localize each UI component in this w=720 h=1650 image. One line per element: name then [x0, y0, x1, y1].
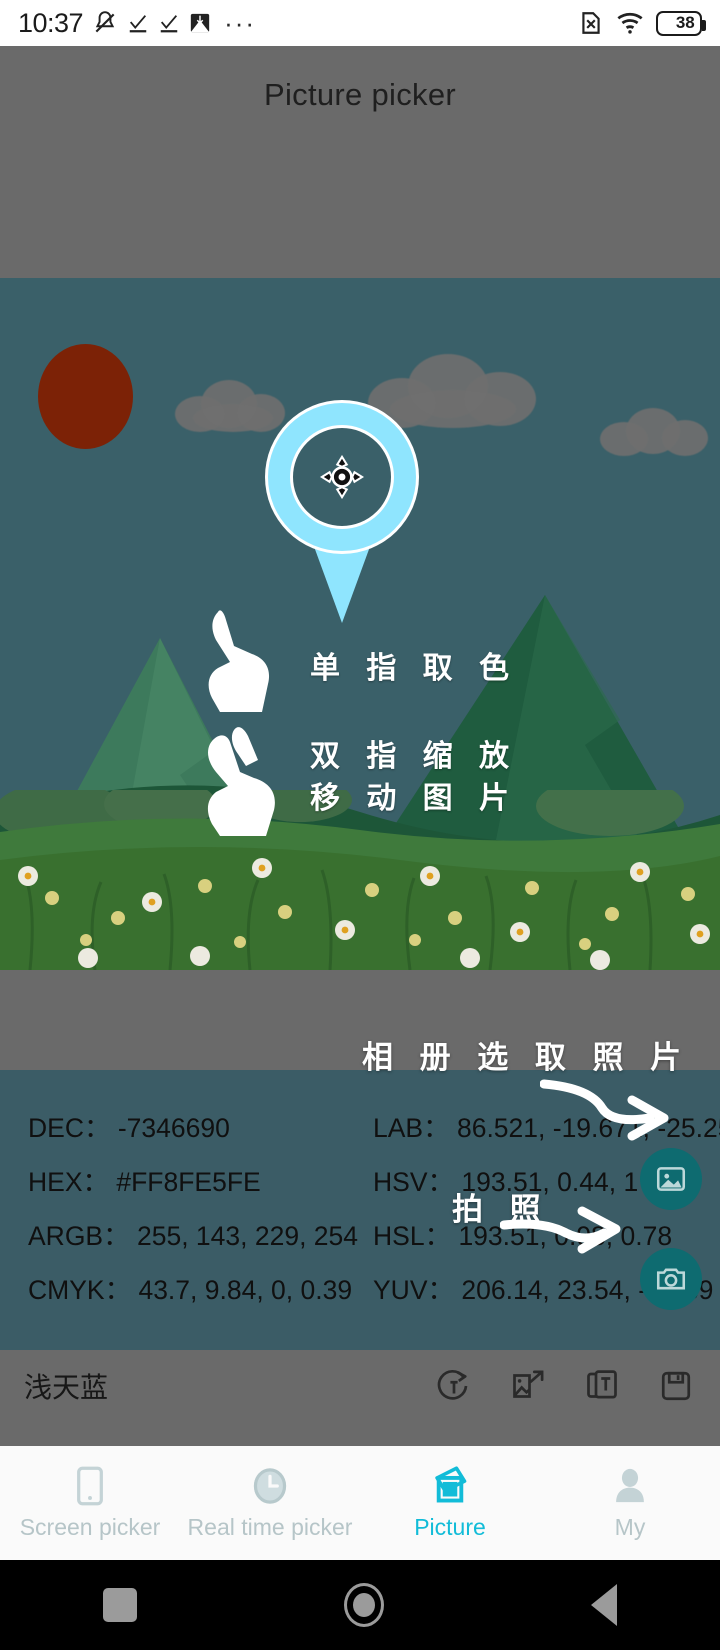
info-key: HSV： [373, 1166, 454, 1197]
home-circle-icon[interactable] [343, 1583, 384, 1627]
clock-icon [253, 1468, 287, 1504]
tab-screen-picker[interactable]: Screen picker [0, 1446, 180, 1560]
status-bar-left: 10:37 ··· [18, 8, 578, 39]
info-key: YUV： [373, 1274, 454, 1305]
color-actions [434, 1366, 696, 1406]
android-nav-bar [0, 1560, 720, 1650]
hint-two-finger-line2: 移 动 图 片 [310, 782, 519, 815]
camera-icon [656, 1268, 686, 1290]
sun-shape [38, 344, 133, 449]
title-spacer [0, 144, 720, 278]
info-row-left[interactable]: CMYK： 43.7, 9.84, 0, 0.39 [28, 1268, 373, 1307]
color-rotate-icon [437, 1369, 468, 1400]
page-title: Picture picker [264, 77, 456, 112]
hint-take-photo: 拍 照 [452, 1192, 550, 1227]
info-row-right[interactable]: LAB： 86.521, -19.671, -25.251 [373, 1106, 720, 1145]
tab-label: Picture [414, 1514, 486, 1540]
info-key: CMYK： [28, 1274, 132, 1305]
app-title-bar: Picture picker [0, 46, 720, 144]
image-sync-icon [189, 12, 211, 34]
person-icon [616, 1468, 644, 1503]
info-key: HEX： [28, 1166, 109, 1197]
recents-square-icon[interactable] [103, 1588, 138, 1622]
phone-icon [77, 1466, 103, 1506]
tab-label: Real time picker [187, 1514, 353, 1540]
picture-canvas[interactable]: 单 指 取 色 双 指 缩 放 移 动 图 片 [0, 278, 720, 970]
info-row-left[interactable]: HEX： #FF8FE5FE [28, 1160, 373, 1199]
info-value: 86.521, -19.671, -25.251 [456, 1112, 720, 1143]
info-row-left[interactable]: ARGB： 255, 143, 229, 254 [28, 1214, 373, 1253]
battery-icon: 38 [656, 10, 706, 36]
color-picker-pin[interactable] [268, 403, 416, 623]
info-key: HSL： [373, 1220, 452, 1251]
camera-fab[interactable] [640, 1248, 702, 1310]
hint-two-finger-line1: 双 指 缩 放 [310, 740, 519, 773]
info-key: ARGB： [28, 1220, 130, 1251]
namebar-spacer [0, 1422, 720, 1446]
one-finger-hand-icon [208, 610, 270, 712]
photos-icon [435, 1466, 467, 1503]
tab-label: Screen picker [19, 1514, 161, 1540]
save-action[interactable] [656, 1366, 696, 1406]
hint-pick-from-album: 相 册 选 取 照 片 [362, 1040, 691, 1075]
hint-single-finger: 单 指 取 色 [310, 652, 519, 685]
mute-bell-icon [92, 10, 118, 36]
status-bar-right: 38 [578, 10, 706, 36]
copy-text-icon [587, 1370, 617, 1399]
color-info-panel: DEC： -7346690 LAB： 86.521, -19.671, -25.… [0, 1070, 720, 1350]
hint-two-finger: 双 指 缩 放 移 动 图 片 [310, 736, 518, 820]
info-value: -7346690 [117, 1112, 230, 1143]
battery-percent: 38 [675, 13, 695, 32]
tab-label: My [614, 1514, 646, 1540]
share-image-action[interactable] [508, 1366, 548, 1406]
wifi-icon [616, 11, 644, 35]
status-time: 10:37 [18, 7, 84, 38]
gallery-fab[interactable] [640, 1148, 702, 1210]
crosshair-target-icon [320, 455, 364, 499]
color-info-grid: DEC： -7346690 LAB： 86.521, -19.671, -25.… [0, 1070, 720, 1350]
more-dots-icon: ··· [224, 7, 257, 38]
info-value: #FF8FE5FE [116, 1166, 261, 1197]
back-triangle-icon[interactable] [590, 1584, 617, 1626]
image-export-icon [513, 1370, 544, 1398]
info-row-left[interactable]: DEC： -7346690 [28, 1106, 373, 1145]
copy-text-action[interactable] [582, 1366, 622, 1406]
tab-real-time-picker[interactable]: Real time picker [180, 1446, 360, 1560]
color-name-bar: 浅天蓝 [0, 1350, 720, 1422]
tab-my[interactable]: My [540, 1446, 720, 1560]
info-value: 255, 143, 229, 254 [136, 1220, 359, 1251]
image-icon [656, 1167, 686, 1191]
info-value: 43.7, 9.84, 0, 0.39 [138, 1274, 353, 1305]
color-wheel-action[interactable] [434, 1366, 474, 1406]
two-finger-hand-icon [207, 727, 275, 836]
cloud-shape [600, 406, 710, 456]
status-bar: 10:37 ··· 38 [0, 0, 720, 46]
info-key: LAB： [373, 1112, 450, 1143]
tab-picture[interactable]: Picture [360, 1446, 540, 1560]
check-download-icon [158, 12, 180, 34]
info-key: DEC： [28, 1112, 111, 1143]
color-name-label: 浅天蓝 [24, 1372, 109, 1403]
check-download-icon [127, 12, 149, 34]
no-sim-icon [578, 10, 604, 36]
floppy-save-icon [661, 1371, 691, 1401]
bottom-tab-bar: Screen picker Real time picker Picture M… [0, 1446, 720, 1560]
